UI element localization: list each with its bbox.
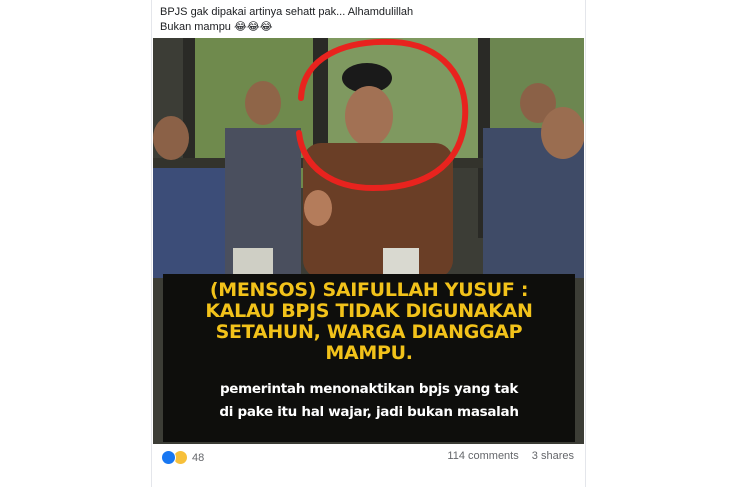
reaction-count: 48 xyxy=(192,451,205,464)
headline-line: (MENSOS) SAIFULLAH YUSUF : xyxy=(209,279,529,301)
text-overlay: (MENSOS) SAIFULLAH YUSUF : KALAU BPJS TI… xyxy=(163,274,575,442)
subtext: pemerintah menonaktikan bpjs yang tak di… xyxy=(163,378,575,424)
post-stats: 114 comments 3 shares xyxy=(437,450,574,462)
headline-line: MAMPU. xyxy=(325,342,413,364)
like-icon xyxy=(161,450,176,465)
caption-line: Bukan mampu 😂😂😂 xyxy=(160,21,273,33)
subtext-line: di pake itu hal wajar, jadi bukan masala… xyxy=(219,404,519,420)
shares-link[interactable]: 3 shares xyxy=(532,450,574,462)
subtext-line: pemerintah menonaktikan bpjs yang tak xyxy=(219,381,519,397)
post-card: BPJS gak dipakai artinya sehatt pak... A… xyxy=(151,0,586,487)
reactions[interactable]: 48 xyxy=(161,450,204,465)
comments-link[interactable]: 114 comments xyxy=(447,450,518,462)
caption-line: BPJS gak dipakai artinya sehatt pak... A… xyxy=(160,6,414,18)
headline: (MENSOS) SAIFULLAH YUSUF : KALAU BPJS TI… xyxy=(163,280,575,364)
post-image[interactable]: (MENSOS) SAIFULLAH YUSUF : KALAU BPJS TI… xyxy=(153,38,584,444)
post-caption: BPJS gak dipakai artinya sehatt pak... A… xyxy=(160,5,413,35)
post-footer: 48 114 comments 3 shares xyxy=(152,444,585,470)
headline-line: SETAHUN, WARGA DIANGGAP xyxy=(215,321,523,343)
headline-line: KALAU BPJS TIDAK DIGUNAKAN xyxy=(205,300,533,322)
